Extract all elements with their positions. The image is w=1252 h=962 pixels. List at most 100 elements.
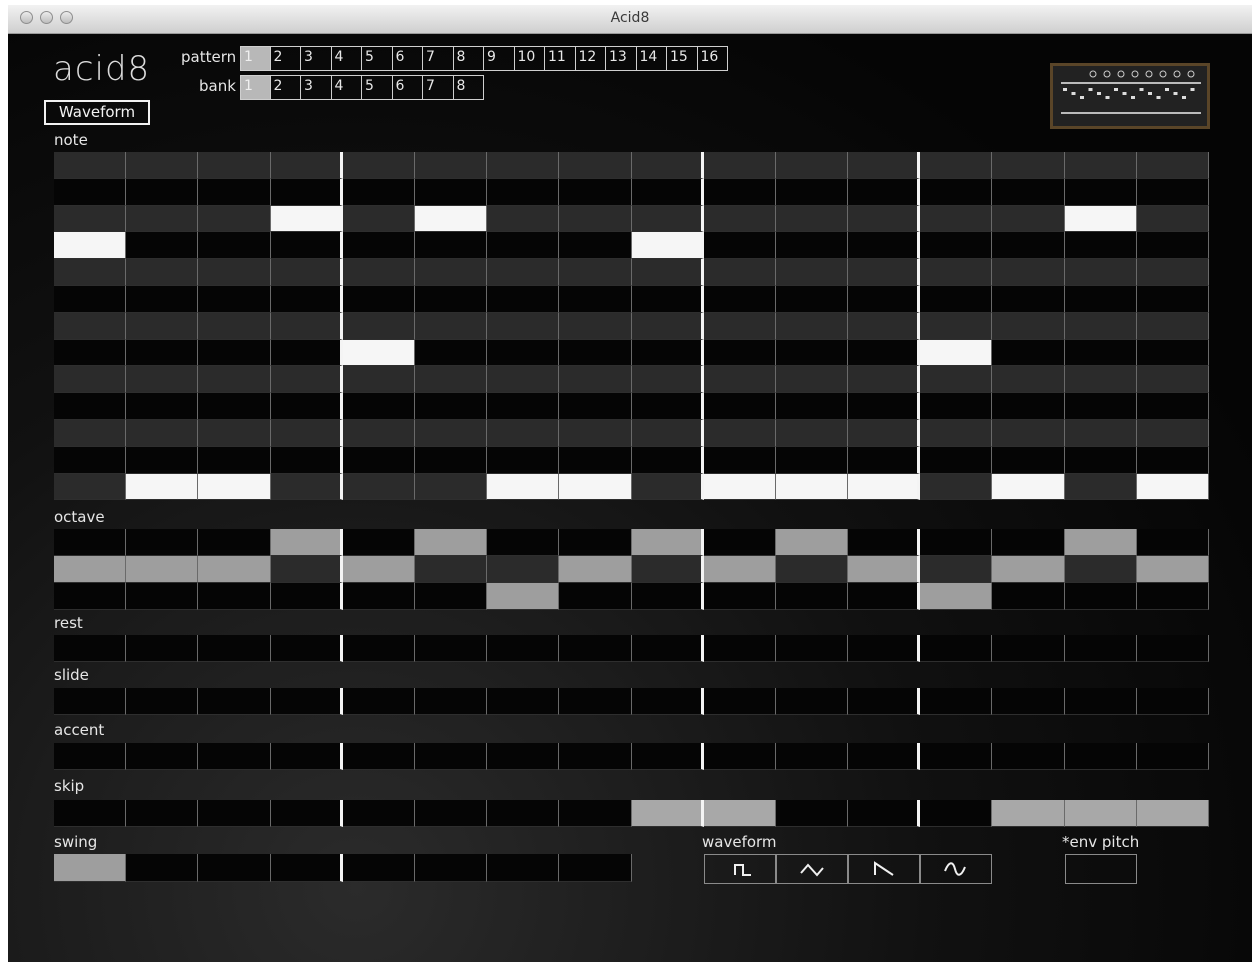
octave-cell[interactable]: [559, 529, 632, 556]
pattern-button-5[interactable]: 5: [362, 46, 393, 71]
note-cell[interactable]: [848, 178, 921, 206]
note-cell[interactable]: [848, 205, 921, 233]
bank-button-4[interactable]: 4: [331, 75, 362, 100]
skip-cell-active[interactable]: [631, 800, 704, 827]
note-cell[interactable]: [992, 393, 1065, 420]
bank-button-8[interactable]: 8: [453, 75, 484, 100]
slide-cell[interactable]: [54, 688, 127, 715]
slide-cell[interactable]: [270, 688, 343, 715]
note-cell-active[interactable]: [703, 473, 776, 501]
note-cell[interactable]: [775, 446, 849, 474]
note-cell[interactable]: [270, 419, 343, 447]
note-cell[interactable]: [559, 446, 632, 474]
note-cell[interactable]: [198, 285, 271, 313]
octave-cell[interactable]: [775, 583, 849, 610]
note-cell[interactable]: [54, 152, 127, 179]
note-cell[interactable]: [631, 393, 704, 420]
note-cell[interactable]: [703, 178, 776, 206]
note-cell[interactable]: [54, 259, 127, 286]
note-cell[interactable]: [1064, 419, 1137, 447]
note-cell[interactable]: [198, 312, 271, 340]
note-cell[interactable]: [198, 393, 271, 420]
pattern-button-6[interactable]: 6: [392, 46, 423, 71]
octave-cell-active[interactable]: [992, 556, 1065, 583]
swing-cell[interactable]: [559, 854, 632, 882]
octave-cell[interactable]: [992, 529, 1065, 556]
note-cell[interactable]: [631, 312, 704, 340]
note-cell[interactable]: [414, 393, 488, 420]
note-cell[interactable]: [270, 473, 343, 501]
pattern-button-14[interactable]: 14: [636, 46, 667, 71]
saw-wave-button[interactable]: [848, 854, 920, 884]
note-cell[interactable]: [775, 393, 849, 420]
note-cell-active[interactable]: [198, 473, 271, 501]
note-cell[interactable]: [487, 446, 560, 474]
octave-cell[interactable]: [631, 556, 704, 583]
note-cell[interactable]: [1064, 312, 1137, 340]
octave-cell[interactable]: [487, 529, 560, 556]
env-pitch-toggle[interactable]: [1065, 854, 1137, 884]
note-cell[interactable]: [775, 285, 849, 313]
swing-cell[interactable]: [126, 854, 199, 882]
note-cell[interactable]: [631, 366, 704, 394]
note-cell[interactable]: [1064, 446, 1137, 474]
note-cell[interactable]: [775, 366, 849, 394]
note-cell[interactable]: [126, 178, 199, 206]
octave-cell-active[interactable]: [198, 556, 271, 583]
note-cell[interactable]: [126, 285, 199, 313]
swing-cell-active[interactable]: [54, 854, 127, 882]
note-cell[interactable]: [848, 285, 921, 313]
note-cell[interactable]: [414, 339, 488, 367]
slide-cell[interactable]: [342, 688, 415, 715]
note-cell[interactable]: [848, 419, 921, 447]
accent-cell[interactable]: [1136, 743, 1209, 770]
rest-cell[interactable]: [703, 635, 776, 662]
note-cell[interactable]: [559, 366, 632, 394]
note-cell[interactable]: [342, 473, 415, 501]
note-cell[interactable]: [920, 152, 993, 179]
rest-cell[interactable]: [487, 635, 560, 662]
note-cell[interactable]: [126, 393, 199, 420]
note-cell[interactable]: [775, 312, 849, 340]
note-cell[interactable]: [54, 205, 127, 233]
note-cell[interactable]: [703, 393, 776, 420]
slide-cell[interactable]: [1136, 688, 1209, 715]
note-cell[interactable]: [1136, 366, 1209, 394]
skip-cell-active[interactable]: [1064, 800, 1137, 827]
rest-cell[interactable]: [920, 635, 993, 662]
octave-cell[interactable]: [848, 583, 921, 610]
note-cell[interactable]: [992, 366, 1065, 394]
pattern-button-1[interactable]: 1: [240, 46, 271, 71]
note-cell[interactable]: [342, 393, 415, 420]
note-cell[interactable]: [703, 285, 776, 313]
octave-cell-active[interactable]: [1064, 529, 1137, 556]
note-cell[interactable]: [342, 419, 415, 447]
octave-cell-active[interactable]: [920, 583, 993, 610]
rest-cell[interactable]: [54, 635, 127, 662]
pattern-button-7[interactable]: 7: [423, 46, 454, 71]
note-cell[interactable]: [126, 419, 199, 447]
triangle-wave-button[interactable]: [776, 854, 848, 884]
accent-cell[interactable]: [775, 743, 849, 770]
note-cell[interactable]: [198, 152, 271, 179]
note-cell[interactable]: [992, 312, 1065, 340]
pattern-button-10[interactable]: 10: [514, 46, 545, 71]
note-cell[interactable]: [559, 178, 632, 206]
note-cell[interactable]: [775, 419, 849, 447]
note-cell-active[interactable]: [270, 205, 343, 233]
pattern-button-3[interactable]: 3: [301, 46, 332, 71]
note-cell[interactable]: [920, 366, 993, 394]
note-cell[interactable]: [775, 232, 849, 260]
sine-wave-button[interactable]: [920, 854, 992, 884]
skip-cell[interactable]: [559, 800, 632, 827]
accent-cell[interactable]: [414, 743, 488, 770]
note-cell[interactable]: [487, 419, 560, 447]
pattern-button-11[interactable]: 11: [545, 46, 576, 71]
note-cell[interactable]: [487, 178, 560, 206]
note-cell[interactable]: [1136, 312, 1209, 340]
note-cell[interactable]: [54, 446, 127, 474]
note-cell[interactable]: [775, 205, 849, 233]
skip-cell-active[interactable]: [992, 800, 1065, 827]
note-cell[interactable]: [342, 178, 415, 206]
note-cell[interactable]: [992, 232, 1065, 260]
